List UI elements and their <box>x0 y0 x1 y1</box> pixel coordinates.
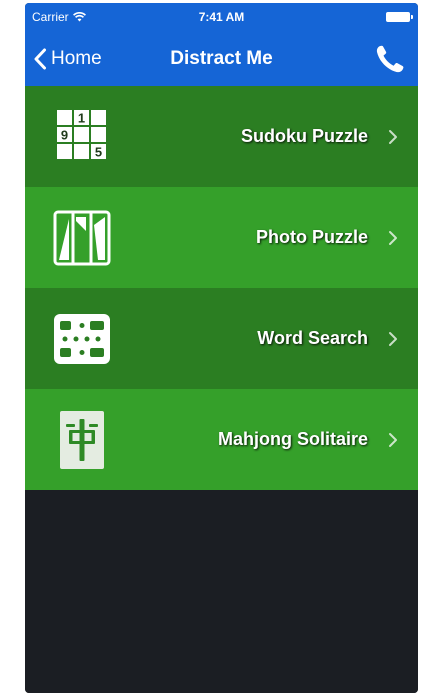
call-button[interactable] <box>374 43 406 75</box>
sudoku-digit: 9 <box>61 128 68 143</box>
word-search-icon <box>52 310 112 368</box>
menu-item-label: Mahjong Solitaire <box>217 429 368 449</box>
sudoku-digit: 5 <box>95 145 102 160</box>
mahjong-tile-icon <box>52 411 112 469</box>
menu-item-word-search[interactable]: Word Search <box>25 288 418 389</box>
chevron-right-icon <box>388 331 398 347</box>
navigation-bar: Home Distract Me <box>25 31 418 86</box>
menu-item-sudoku-puzzle[interactable]: 1 9 5 Sudoku Puzzle <box>25 86 418 187</box>
battery-icon <box>386 12 413 22</box>
chevron-right-icon <box>388 432 398 448</box>
menu-item-label: Sudoku Puzzle <box>240 126 368 146</box>
menu-item-label: Word Search <box>257 328 368 348</box>
menu-item-mahjong-solitaire[interactable]: Mahjong Solitaire <box>25 389 418 490</box>
clock: 7:41 AM <box>198 10 245 24</box>
empty-content-area <box>25 490 418 693</box>
game-menu: 1 9 5 Sudoku Puzzle Photo Puzzle Word Se… <box>25 86 418 490</box>
photo-puzzle-icon <box>52 209 112 267</box>
chevron-right-icon <box>388 129 398 145</box>
phone-screen: Carrier 7:41 AM Home Distract Me 1 9 5 S… <box>25 3 418 693</box>
phone-icon <box>374 45 406 79</box>
page-title: Distract Me <box>170 48 273 69</box>
menu-item-label: Photo Puzzle <box>256 227 368 247</box>
chevron-right-icon <box>388 230 398 246</box>
sudoku-icon: 1 9 5 <box>52 108 112 166</box>
sudoku-digit: 1 <box>78 111 85 126</box>
status-bar: Carrier 7:41 AM <box>25 3 418 31</box>
menu-item-photo-puzzle[interactable]: Photo Puzzle <box>25 187 418 288</box>
